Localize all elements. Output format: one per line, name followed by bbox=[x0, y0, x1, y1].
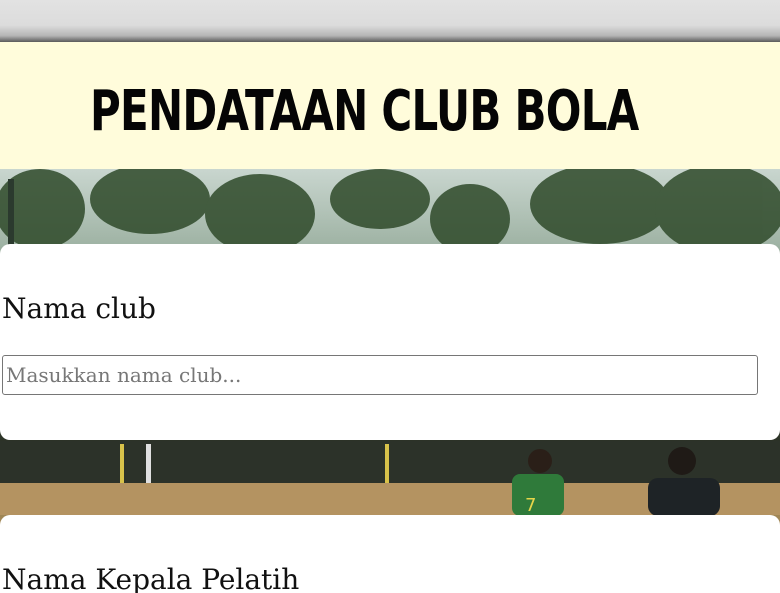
head-coach-card: Nama Kepala Pelatih bbox=[0, 515, 780, 593]
fence bbox=[0, 441, 780, 483]
browser-top-strip bbox=[0, 0, 780, 42]
club-name-card: Nama club bbox=[0, 244, 780, 440]
goal-post-right bbox=[385, 444, 389, 484]
svg-text:7: 7 bbox=[525, 495, 536, 516]
goal-post-left bbox=[120, 444, 124, 484]
club-name-label: Nama club bbox=[2, 292, 156, 325]
tree-trunk bbox=[8, 179, 14, 249]
page-title: PENDATAAN CLUB BOLA bbox=[90, 79, 639, 144]
head-coach-label: Nama Kepala Pelatih bbox=[2, 563, 300, 593]
club-name-input[interactable] bbox=[2, 355, 758, 395]
page-header: PENDATAAN CLUB BOLA bbox=[0, 42, 780, 169]
tree-line bbox=[0, 169, 780, 254]
